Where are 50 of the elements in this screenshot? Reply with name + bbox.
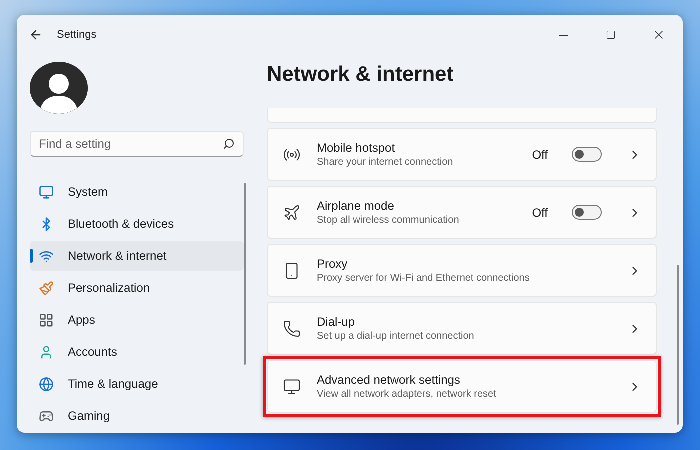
nav-item[interactable]: Apps	[30, 305, 244, 335]
globe-icon	[39, 376, 54, 392]
setting-description: View all network adapters, network reset	[317, 389, 498, 400]
scrollbar[interactable]	[244, 183, 246, 365]
airplane-icon	[283, 204, 301, 222]
setting-description: Proxy server for Wi-Fi and Ethernet connections	[317, 273, 531, 284]
nav-item[interactable]: System	[30, 177, 244, 207]
close-icon	[652, 28, 666, 42]
search-field[interactable]: Find a setting	[30, 131, 244, 157]
person-icon	[39, 344, 54, 360]
nav-item[interactable]: Bluetooth & devices	[30, 209, 244, 239]
nav-item[interactable]: Personalization	[30, 273, 244, 303]
nav-item[interactable]: Accounts	[30, 337, 244, 367]
nav-item[interactable]: Network & internet	[30, 241, 244, 271]
toggle-switch[interactable]	[572, 147, 602, 162]
setting-title: Dial-up	[317, 315, 356, 329]
minimize-icon	[558, 34, 568, 36]
setting-title: Proxy	[317, 257, 349, 271]
setting-card[interactable]: Mobile hotspot Share your internet connection Off	[267, 128, 657, 181]
monitor-icon	[283, 378, 301, 396]
setting-card[interactable]: Advanced network settings View all network adapters, network reset	[267, 360, 657, 413]
setting-description: Stop all wireless communication	[317, 215, 460, 226]
scrollbar[interactable]	[677, 265, 679, 425]
nav-item[interactable]: Time & language	[30, 369, 244, 399]
nav-item[interactable]: Gaming	[30, 401, 244, 431]
toggle-label: Off	[532, 148, 548, 162]
wifi-icon	[39, 248, 54, 264]
setting-description: Share your internet connection	[317, 157, 454, 168]
maximize-icon	[606, 30, 616, 40]
setting-title: Airplane mode	[317, 199, 396, 213]
setting-description: Set up a dial-up internet connection	[317, 331, 476, 342]
selection-indicator	[30, 249, 33, 263]
device-icon	[283, 262, 301, 280]
toggle-switch[interactable]	[572, 205, 602, 220]
setting-card[interactable]: Airplane mode Stop all wireless communication Off	[267, 186, 657, 239]
search-icon	[223, 138, 235, 150]
setting-title: Advanced network settings	[317, 373, 462, 387]
page-title: Network & internet	[267, 63, 455, 88]
avatar	[30, 62, 88, 114]
gamepad-icon	[39, 408, 54, 424]
setting-card[interactable]: Proxy Proxy server for Wi-Fi and Ethernet connections	[267, 244, 657, 297]
back-button[interactable]	[29, 28, 43, 42]
monitor-icon	[39, 184, 54, 200]
window-title: Settings	[57, 29, 98, 41]
setting-card[interactable]: Dial-up Set up a dial-up internet connection	[267, 302, 657, 355]
phone-icon	[283, 320, 301, 338]
toggle-label: Off	[532, 206, 548, 220]
brush-icon	[39, 280, 54, 296]
apps-icon	[39, 312, 54, 328]
setting-title: Mobile hotspot	[317, 141, 396, 155]
